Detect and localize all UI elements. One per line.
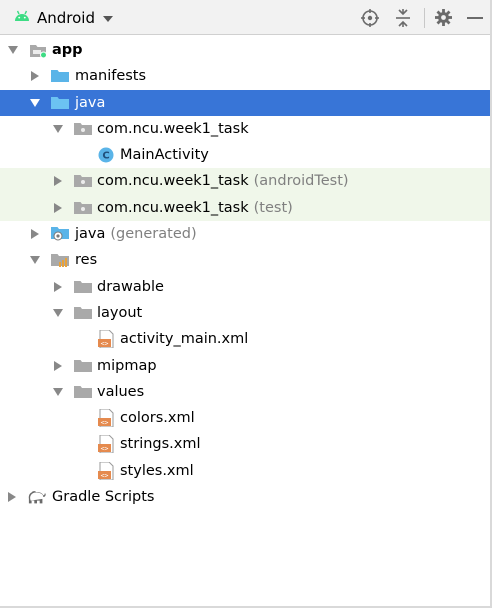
toolbar-divider bbox=[424, 8, 425, 28]
tree-item-res[interactable]: res bbox=[0, 247, 492, 273]
tree-item-mipmap[interactable]: mipmap bbox=[0, 353, 492, 379]
dropdown-caret-icon[interactable] bbox=[103, 15, 113, 22]
tree-item-label: layout bbox=[97, 304, 143, 321]
tree-item-gradle-scripts[interactable]: Gradle Scripts bbox=[0, 484, 492, 510]
package-folder-icon bbox=[74, 195, 92, 221]
tree-item-label: strings.xml bbox=[120, 436, 201, 453]
minimize-icon[interactable] bbox=[465, 8, 484, 27]
tree-item-label: MainActivity bbox=[120, 147, 209, 164]
package-folder-icon bbox=[74, 168, 92, 194]
view-title: Android bbox=[37, 8, 95, 27]
project-tree: app manifests java com.ncu.week1_task C … bbox=[0, 37, 492, 510]
collapsed-arrow-icon[interactable] bbox=[51, 353, 65, 379]
collapse-icon[interactable] bbox=[393, 8, 412, 27]
collapsed-arrow-icon[interactable] bbox=[5, 484, 19, 510]
tree-item-java-generated[interactable]: java (generated) bbox=[0, 221, 492, 247]
project-toolbar: Android bbox=[0, 0, 492, 35]
tree-item-label: mipmap bbox=[97, 357, 157, 374]
folder-name: java bbox=[75, 226, 106, 243]
tree-item-label: com.ncu.week1_task bbox=[97, 120, 249, 137]
tree-item-label: res bbox=[75, 252, 98, 269]
collapsed-arrow-icon[interactable] bbox=[51, 168, 65, 194]
collapsed-arrow-icon[interactable] bbox=[28, 63, 42, 89]
expanded-arrow-icon[interactable] bbox=[28, 247, 42, 273]
tree-item-label: com.ncu.week1_task (test) bbox=[97, 195, 293, 221]
tree-item-package-main[interactable]: com.ncu.week1_task bbox=[0, 116, 492, 142]
tree-item-label: activity_main.xml bbox=[120, 331, 249, 348]
tree-item-package-android-test[interactable]: com.ncu.week1_task (androidTest) bbox=[0, 168, 492, 195]
tree-item-manifests[interactable]: manifests bbox=[0, 63, 492, 89]
tree-item-drawable[interactable]: drawable bbox=[0, 274, 492, 300]
folder-icon bbox=[51, 63, 69, 89]
generated-folder-icon bbox=[51, 221, 69, 247]
crosshair-icon[interactable] bbox=[360, 8, 379, 27]
collapsed-arrow-icon[interactable] bbox=[51, 274, 65, 300]
tree-item-styles-xml[interactable]: <> styles.xml bbox=[0, 458, 492, 484]
tree-item-java[interactable]: java bbox=[0, 89, 492, 116]
tree-item-app[interactable]: app bbox=[0, 37, 492, 63]
gradle-elephant-icon bbox=[28, 484, 46, 510]
expanded-arrow-icon[interactable] bbox=[28, 90, 42, 116]
svg-text:<>: <> bbox=[101, 340, 109, 348]
tree-item-colors-xml[interactable]: <> colors.xml bbox=[0, 405, 492, 431]
class-icon: C bbox=[97, 142, 115, 168]
tree-item-label: Gradle Scripts bbox=[52, 489, 155, 506]
source-set-suffix: (test) bbox=[253, 199, 293, 216]
folder-icon bbox=[51, 90, 69, 116]
tree-item-label: styles.xml bbox=[120, 462, 194, 479]
module-folder-icon bbox=[29, 37, 47, 63]
collapsed-arrow-icon[interactable] bbox=[51, 195, 65, 221]
tree-item-values[interactable]: values bbox=[0, 379, 492, 405]
folder-icon bbox=[74, 274, 92, 300]
android-icon bbox=[14, 10, 30, 26]
folder-icon bbox=[74, 300, 92, 326]
package-name: com.ncu.week1_task bbox=[97, 199, 249, 216]
resources-folder-icon bbox=[51, 247, 69, 273]
tree-item-label: values bbox=[97, 383, 145, 400]
source-set-suffix: (androidTest) bbox=[253, 173, 349, 190]
generated-suffix: (generated) bbox=[110, 226, 197, 243]
tree-item-label: manifests bbox=[75, 68, 147, 85]
view-selector[interactable]: Android bbox=[14, 0, 113, 35]
tree-item-strings-xml[interactable]: <> strings.xml bbox=[0, 431, 492, 457]
collapsed-arrow-icon[interactable] bbox=[28, 221, 42, 247]
xml-file-icon: <> bbox=[97, 431, 115, 457]
expanded-arrow-icon[interactable] bbox=[51, 379, 65, 405]
tree-item-label: java (generated) bbox=[75, 221, 197, 247]
gear-icon[interactable] bbox=[434, 8, 453, 27]
svg-text:C: C bbox=[102, 151, 109, 162]
tree-item-main-activity[interactable]: C MainActivity bbox=[0, 142, 492, 168]
tree-item-label: app bbox=[52, 42, 83, 58]
xml-file-icon: <> bbox=[97, 405, 115, 431]
expanded-arrow-icon[interactable] bbox=[51, 300, 65, 326]
svg-text:<>: <> bbox=[101, 419, 109, 427]
tree-item-label: com.ncu.week1_task (androidTest) bbox=[97, 168, 349, 194]
expanded-arrow-icon[interactable] bbox=[51, 116, 65, 142]
xml-file-icon: <> bbox=[97, 458, 115, 484]
folder-icon bbox=[74, 353, 92, 379]
tree-item-layout[interactable]: layout bbox=[0, 300, 492, 326]
package-folder-icon bbox=[74, 116, 92, 142]
tree-item-label: drawable bbox=[97, 278, 164, 295]
tree-item-package-test[interactable]: com.ncu.week1_task (test) bbox=[0, 194, 492, 222]
xml-file-icon: <> bbox=[97, 326, 115, 352]
folder-icon bbox=[74, 379, 92, 405]
expanded-arrow-icon[interactable] bbox=[6, 37, 20, 63]
tree-item-label: java bbox=[75, 94, 106, 111]
package-name: com.ncu.week1_task bbox=[97, 173, 249, 190]
svg-text:<>: <> bbox=[101, 471, 109, 479]
tree-item-activity-main-xml[interactable]: <> activity_main.xml bbox=[0, 326, 492, 352]
tree-item-label: colors.xml bbox=[120, 410, 195, 427]
svg-text:<>: <> bbox=[101, 445, 109, 453]
